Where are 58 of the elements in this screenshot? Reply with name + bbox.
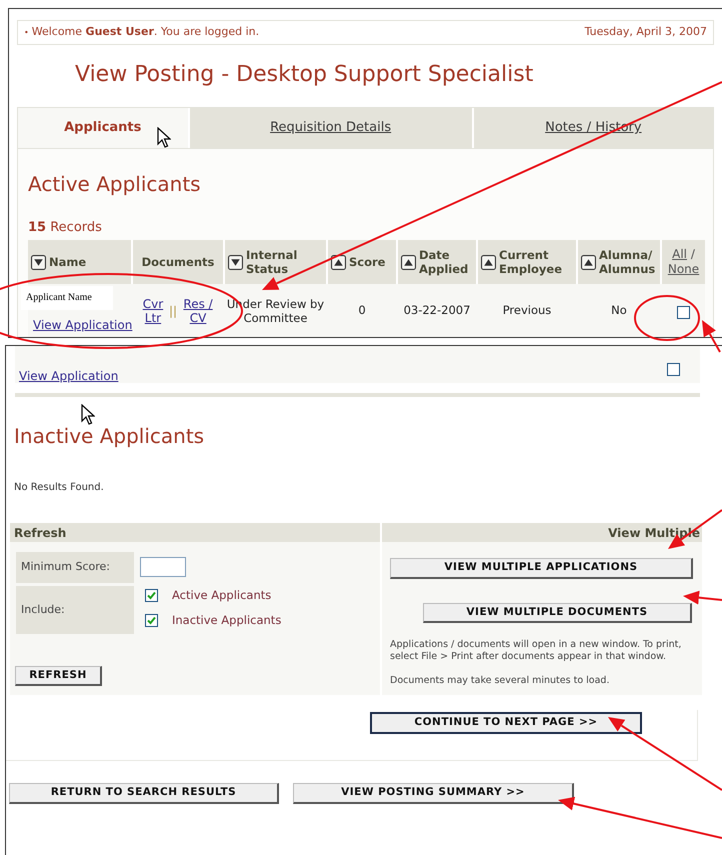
refresh-button[interactable]: REFRESH: [15, 666, 102, 686]
date-applied-text: 03-22-2007: [404, 303, 470, 318]
select-none-link[interactable]: None: [668, 262, 700, 276]
column-header[interactable]: Current Employee: [477, 240, 577, 284]
section-heading: Active Applicants: [28, 172, 201, 196]
column-header[interactable]: Internal Status: [224, 240, 327, 284]
mouse-pointer-icon: [81, 404, 95, 426]
no-results-text: No Results Found.: [14, 482, 104, 493]
minimum-score-field[interactable]: [140, 557, 186, 577]
view-application-link[interactable]: View Application: [33, 318, 132, 332]
column-header[interactable]: Name: [28, 240, 132, 284]
checkbox[interactable]: [676, 306, 690, 319]
panel-header: Refresh: [10, 523, 380, 542]
field-label: Minimum Score:: [16, 552, 134, 583]
section-heading: Inactive Applicants: [14, 424, 204, 448]
document-link[interactable]: Res / CV: [181, 297, 216, 325]
checkbox[interactable]: [145, 614, 158, 628]
alumnus-text: No: [611, 303, 627, 318]
view-application-link[interactable]: View Application: [19, 369, 118, 383]
checkbox-label: Inactive Applicants: [172, 612, 282, 630]
column-header[interactable]: Documents: [132, 240, 224, 284]
return-to-search-button[interactable]: RETURN TO SEARCH RESULTS: [9, 783, 279, 804]
separator-text: /: [690, 247, 695, 261]
date-text: Tuesday, April 3, 2007: [584, 24, 707, 40]
annotation-arrow: [683, 590, 722, 605]
checkbox-label: Active Applicants: [172, 587, 272, 604]
field-label: Include:: [16, 586, 134, 634]
employee-text: Previous: [502, 303, 552, 318]
applicant-name-label: Applicant Name: [21, 286, 113, 310]
note-text: Documents may take several minutes to load.: [390, 675, 610, 688]
sort-up-icon[interactable]: [331, 254, 346, 270]
select-all-link[interactable]: All: [672, 247, 687, 261]
sort-down-icon[interactable]: [228, 254, 243, 270]
records-count: 15 Records: [28, 220, 102, 235]
tab[interactable]: Applicants: [18, 108, 188, 148]
column-header[interactable]: Date Applied: [397, 240, 477, 284]
column-header[interactable]: Score: [327, 240, 397, 284]
checkbox[interactable]: [667, 363, 680, 376]
checkbox[interactable]: [145, 589, 158, 602]
column-header[interactable]: Alumna/ Alumnus: [577, 240, 661, 284]
sort-up-icon[interactable]: [581, 254, 596, 270]
score-text: 0: [358, 303, 366, 318]
sort-up-icon[interactable]: [401, 254, 416, 270]
view-multiple-applications-button[interactable]: VIEW MULTIPLE APPLICATIONS: [390, 558, 693, 579]
page-title: View Posting - Desktop Support Specialist: [75, 62, 534, 87]
sort-up-icon[interactable]: [481, 254, 496, 270]
sort-down-icon[interactable]: [31, 254, 46, 270]
annotation-arrow: [702, 320, 721, 352]
note-text: Applications / documents will open in a new window. To print, select File > Print after documents appear in that window.: [390, 639, 682, 664]
document-link[interactable]: Cvr Ltr: [140, 297, 165, 325]
tab[interactable]: Requisition Details: [188, 108, 472, 148]
bullet-icon: •: [24, 28, 29, 38]
annotation-ellipse: [634, 295, 700, 341]
welcome-message: • Welcome Guest User. You are logged in.: [24, 24, 260, 40]
separator-text: ||: [168, 304, 178, 318]
view-multiple-documents-button[interactable]: VIEW MULTIPLE DOCUMENTS: [423, 603, 692, 624]
continue-button[interactable]: CONTINUE TO NEXT PAGE >>: [370, 712, 642, 734]
view-posting-summary-button[interactable]: VIEW POSTING SUMMARY >>: [293, 783, 574, 804]
